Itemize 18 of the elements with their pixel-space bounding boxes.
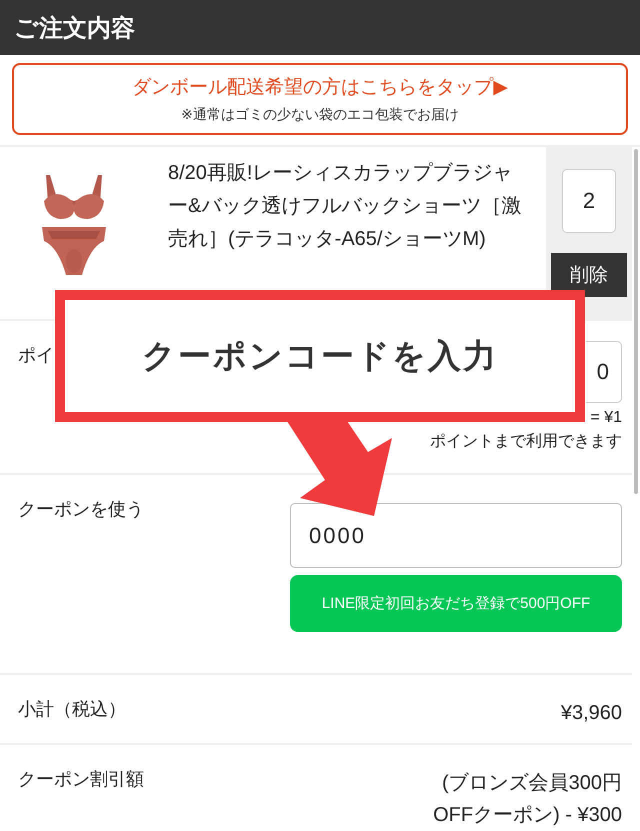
summary-value: ¥3,960 bbox=[560, 701, 622, 726]
summary-value: (ブロンズ会員300円OFFクーポン) - ¥300 bbox=[432, 771, 622, 828]
points-rate: = ¥1 bbox=[590, 409, 622, 427]
page-title: ご注文内容 bbox=[14, 14, 135, 44]
banner-note: ※通常はゴミの少ない袋のエコ包装でお届け bbox=[181, 106, 459, 124]
summary-label: クーポン割引額 bbox=[18, 768, 144, 791]
callout-text: クーポンコードを入力 bbox=[142, 336, 498, 376]
banner-link: ダンボール配送希望の方はこちらをタップ▶ bbox=[132, 76, 508, 100]
quantity-field[interactable]: 2 bbox=[562, 169, 616, 233]
points-field[interactable]: 0 bbox=[586, 341, 622, 403]
delete-button[interactable]: 削除 bbox=[551, 253, 627, 297]
product-title: 8/20再販!レーシィスカラップブラジャー&バック透けフルバックショーツ［激売れ］(テラコッタ-A65/ショーツM) bbox=[168, 161, 522, 252]
points-note: ポイントまで利用できます bbox=[430, 432, 622, 452]
cardboard-banner[interactable]: ダンボール配送希望の方はこちらをタップ▶ ※通常はゴミの少ない袋のエコ包装でお届け bbox=[12, 63, 628, 135]
coupon-label: クーポンを使う bbox=[18, 498, 144, 521]
coupon-code-field[interactable]: 0000 bbox=[290, 503, 622, 568]
summary-label: 小計（税込） bbox=[18, 698, 126, 721]
points-label: ポイ bbox=[18, 344, 54, 367]
